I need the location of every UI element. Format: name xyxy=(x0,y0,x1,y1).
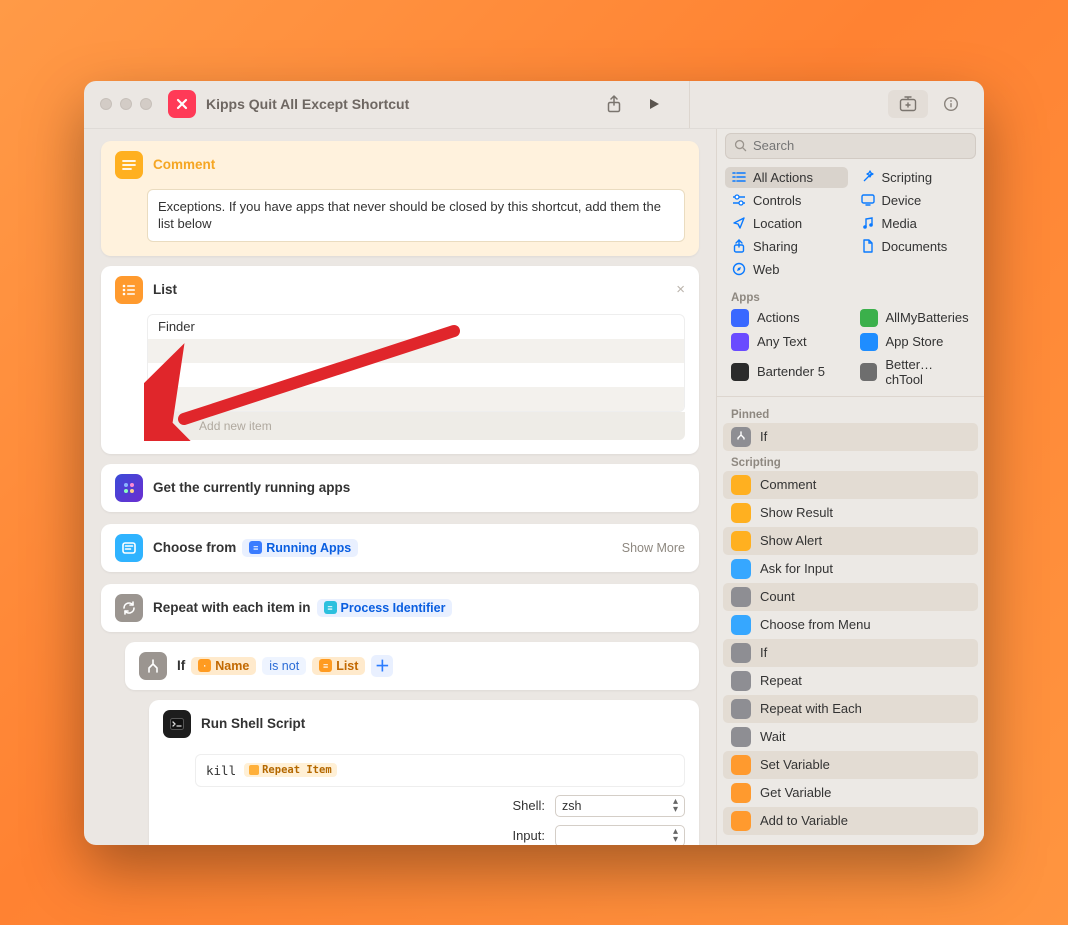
pinned-list: If xyxy=(717,423,984,451)
action-repeat-with-each[interactable]: Repeat with each item in ≡Process Identi… xyxy=(101,584,699,632)
category-location[interactable]: Location xyxy=(725,213,848,234)
comment-text[interactable]: Exceptions. If you have apps that never … xyxy=(147,189,685,242)
library-toggle-button[interactable] xyxy=(888,90,928,118)
app-app-store[interactable]: App Store xyxy=(854,330,977,354)
search-field[interactable] xyxy=(725,133,976,159)
action-repeat[interactable]: Repeat xyxy=(723,667,978,695)
app-bartender-5[interactable]: Bartender 5 xyxy=(725,354,848,390)
minimize-window-button[interactable] xyxy=(120,98,132,110)
app-better-chtool[interactable]: Better…chTool xyxy=(854,354,977,390)
run-button[interactable] xyxy=(639,90,669,118)
pinned-action-if[interactable]: If xyxy=(723,423,978,451)
terminal-icon xyxy=(163,710,191,738)
list-item[interactable] xyxy=(148,339,684,363)
apps-icon xyxy=(115,474,143,502)
close-window-button[interactable] xyxy=(100,98,112,110)
action-get-variable[interactable]: Get Variable xyxy=(723,779,978,807)
titlebar: Kipps Quit All Except Shortcut xyxy=(84,81,984,129)
workflow-editor[interactable]: Comment Exceptions. If you have apps tha… xyxy=(84,129,716,845)
window-controls xyxy=(100,98,152,110)
name-variable-token[interactable]: ∙Name xyxy=(191,657,256,675)
category-media[interactable]: Media xyxy=(854,213,977,234)
content-split: Comment Exceptions. If you have apps tha… xyxy=(84,129,984,845)
shortcut-title[interactable]: Kipps Quit All Except Shortcut xyxy=(206,96,409,112)
action-library-sidebar: All Actions Scripting Controls Device Locati… xyxy=(716,129,984,845)
app-allmybatteries[interactable]: AllMyBatteries xyxy=(854,306,977,330)
if-icon xyxy=(139,652,167,680)
repeat-prefix: Repeat with each item in xyxy=(153,600,311,615)
action-list[interactable]: List × Finder ＋ Add new item xyxy=(101,266,699,454)
action-set-variable[interactable]: Set Variable xyxy=(723,751,978,779)
action-ask-for-input[interactable]: Ask for Input xyxy=(723,555,978,583)
shell-select[interactable]: zsh▴▾ xyxy=(555,795,685,817)
app-any-text[interactable]: Any Text xyxy=(725,330,848,354)
comment-title: Comment xyxy=(153,157,685,172)
list-title: List xyxy=(153,282,666,297)
if-label: If xyxy=(177,658,185,673)
action-wait[interactable]: Wait xyxy=(723,723,978,751)
choose-icon xyxy=(115,534,143,562)
category-documents[interactable]: Documents xyxy=(854,236,977,257)
comment-icon xyxy=(115,151,143,179)
action-if[interactable]: If xyxy=(723,639,978,667)
running-apps-variable-token[interactable]: ≡Running Apps xyxy=(242,539,358,557)
shortcuts-editor-window: Kipps Quit All Except Shortcut xyxy=(84,81,984,845)
category-sharing[interactable]: Sharing xyxy=(725,236,848,257)
apps-list: ActionsAllMyBatteriesAny TextApp StoreBa… xyxy=(717,306,984,390)
category-list: All Actions Scripting Controls Device Locati… xyxy=(717,167,984,286)
pinned-section-label: Pinned xyxy=(717,403,984,423)
add-condition-button[interactable]: ＋ xyxy=(371,655,393,677)
search-icon xyxy=(734,139,747,152)
list-item[interactable] xyxy=(148,387,684,411)
action-run-shell-script[interactable]: Run Shell Script kill Repeat Item Shell:… xyxy=(149,700,699,845)
category-all-actions[interactable]: All Actions xyxy=(725,167,848,188)
category-controls[interactable]: Controls xyxy=(725,190,848,211)
shell-script-input[interactable]: kill Repeat Item xyxy=(195,754,685,787)
action-choose-from-menu[interactable]: Choose from Menu xyxy=(723,611,978,639)
info-button[interactable] xyxy=(936,90,966,118)
action-choose-from-list[interactable]: Choose from ≡Running Apps Show More xyxy=(101,524,699,572)
plus-icon: ＋ xyxy=(157,414,173,438)
action-get-running-apps[interactable]: Get the currently running apps xyxy=(101,464,699,512)
condition-selector[interactable]: is not xyxy=(262,657,306,675)
app-actions[interactable]: Actions xyxy=(725,306,848,330)
list-icon xyxy=(115,276,143,304)
shell-code-text: kill xyxy=(206,763,236,778)
show-more-button[interactable]: Show More xyxy=(622,541,685,555)
action-comment[interactable]: Comment Exceptions. If you have apps tha… xyxy=(101,141,699,256)
running-apps-title: Get the currently running apps xyxy=(153,480,685,495)
repeat-item-variable-token[interactable]: Repeat Item xyxy=(244,763,337,777)
action-if[interactable]: If ∙Name is not ≡List ＋ xyxy=(125,642,699,690)
action-add-to-variable[interactable]: Add to Variable xyxy=(723,807,978,835)
input-field-label: Input: xyxy=(455,828,545,843)
repeat-icon xyxy=(115,594,143,622)
action-show-result[interactable]: Show Result xyxy=(723,499,978,527)
search-input[interactable] xyxy=(753,138,967,153)
scripting-section-label: Scripting xyxy=(717,451,984,471)
choose-prefix: Choose from xyxy=(153,540,236,555)
shell-title: Run Shell Script xyxy=(201,716,685,731)
action-repeat-with-each[interactable]: Repeat with Each xyxy=(723,695,978,723)
input-select[interactable]: ▴▾ xyxy=(555,825,685,845)
list-variable-token[interactable]: ≡List xyxy=(312,657,365,675)
shortcut-app-icon xyxy=(168,90,196,118)
process-identifier-variable-token[interactable]: ≡Process Identifier xyxy=(317,599,453,617)
action-show-alert[interactable]: Show Alert xyxy=(723,527,978,555)
list-item[interactable] xyxy=(148,363,684,387)
add-list-item-button[interactable]: ＋ Add new item xyxy=(147,412,685,440)
shell-field-label: Shell: xyxy=(455,798,545,813)
action-count[interactable]: Count xyxy=(723,583,978,611)
list-items: Finder xyxy=(147,314,685,412)
apps-section-label: Apps xyxy=(717,286,984,306)
remove-action-button[interactable]: × xyxy=(676,281,685,298)
list-item[interactable]: Finder xyxy=(148,315,684,339)
action-comment[interactable]: Comment xyxy=(723,471,978,499)
category-scripting[interactable]: Scripting xyxy=(854,167,977,188)
add-item-label: Add new item xyxy=(199,419,272,433)
zoom-window-button[interactable] xyxy=(140,98,152,110)
scripting-actions-list: CommentShow ResultShow AlertAsk for Inpu… xyxy=(717,471,984,835)
share-button[interactable] xyxy=(599,90,629,118)
category-device[interactable]: Device xyxy=(854,190,977,211)
category-web[interactable]: Web xyxy=(725,259,848,280)
